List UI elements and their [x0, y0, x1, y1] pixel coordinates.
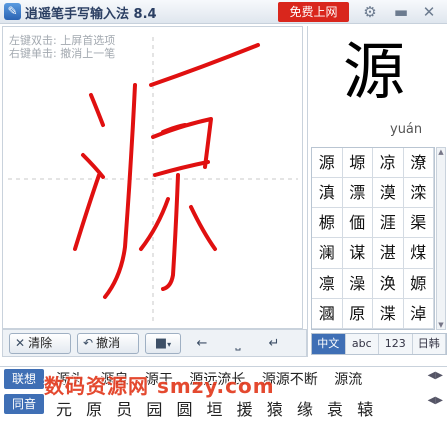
homophone-chars: 元 原 员 园 圆 垣 援 猿 缘 袁 辕	[56, 396, 382, 420]
chevron-down-icon[interactable]: ▼	[436, 320, 446, 330]
pen-app-icon: ✎	[4, 3, 21, 20]
candidate-cell[interactable]: 原	[342, 298, 373, 329]
candidate-cell[interactable]: 潦	[403, 148, 434, 179]
candidate-cell[interactable]: 煤	[403, 238, 434, 269]
mode-tabs: 中文 abc 123 日韩	[311, 333, 447, 355]
candidate-cell[interactable]: 漠	[373, 178, 404, 209]
ink-stroke	[189, 205, 217, 251]
candidate-cell[interactable]: 滦	[403, 178, 434, 209]
camera-icon: ■	[154, 336, 168, 351]
candidate-cell[interactable]: 澡	[342, 268, 373, 299]
watermark: 数码资源网 smzy.com	[44, 374, 275, 398]
handwriting-area[interactable]: 左键双击: 上屏首选项 右键单击: 撤消上一笔	[2, 26, 303, 329]
candidate-cell[interactable]: 涣	[373, 268, 404, 299]
candidate-cell[interactable]: 偭	[342, 208, 373, 239]
ink-strokes	[73, 43, 260, 299]
tab-chinese[interactable]: 中文	[312, 334, 346, 354]
clear-button[interactable]: ✕ 清除	[9, 333, 71, 354]
app-title: 逍遥笔手写输入法 8.4	[25, 7, 157, 22]
candidate-cell[interactable]: 榞	[312, 208, 343, 239]
free-online-button[interactable]: 免费上网	[278, 2, 349, 22]
candidate-cell[interactable]: 渠	[403, 208, 434, 239]
tab-japanese-korean[interactable]: 日韩	[412, 334, 446, 354]
association-word[interactable]: 源流	[334, 372, 362, 388]
chevron-up-icon[interactable]: ▲	[436, 147, 446, 157]
candidate-cell[interactable]: 嫄	[403, 268, 434, 299]
backspace-key[interactable]: ←	[189, 333, 215, 354]
tab-123[interactable]: 123	[379, 334, 413, 354]
homophone-char[interactable]: 袁	[327, 400, 343, 419]
association-page-arrows[interactable]: ◀▶	[428, 370, 443, 381]
candidate-scrollbar[interactable]	[436, 147, 446, 330]
undo-icon: ↶	[83, 336, 94, 350]
association-label: 联想	[4, 369, 44, 389]
homophone-char[interactable]: 猿	[267, 400, 283, 419]
homophone-char[interactable]: 圆	[176, 400, 192, 419]
close-icon: ✕	[15, 336, 26, 350]
candidate-cell[interactable]: 渫	[373, 298, 404, 329]
homophone-char[interactable]: 元	[56, 400, 72, 419]
preview-pinyin: yuán	[390, 122, 423, 137]
homophone-page-arrows[interactable]: ◀▶	[428, 395, 443, 406]
candidate-cell[interactable]: 凉	[373, 148, 404, 179]
candidate-cell[interactable]: 滇	[312, 178, 343, 209]
tab-abc[interactable]: abc	[345, 334, 379, 354]
ink-stroke	[151, 117, 213, 169]
handwriting-canvas[interactable]	[3, 27, 302, 328]
enter-key[interactable]: ↵	[259, 333, 289, 354]
camera-button[interactable]: ■▾	[145, 333, 181, 354]
homophone-label: 同音	[4, 394, 44, 414]
candidate-cell[interactable]: 淖	[403, 298, 434, 329]
homophone-char[interactable]: 原	[86, 400, 102, 419]
close-icon[interactable]: ✕	[420, 3, 438, 21]
homophone-char[interactable]: 辕	[357, 400, 373, 419]
ink-stroke	[73, 173, 101, 251]
ink-stroke	[161, 173, 180, 291]
candidate-cell[interactable]: 澜	[312, 238, 343, 269]
candidate-cell[interactable]: 湛	[373, 238, 404, 269]
write-toolbar: ✕ 清除 ↶ 撤消 ■▾ ← ⎵ ↵	[2, 329, 307, 357]
homophone-char[interactable]: 缘	[297, 400, 313, 419]
preview-character: 源	[342, 35, 405, 108]
homophone-char[interactable]: 员	[116, 400, 132, 419]
ink-stroke	[153, 160, 210, 177]
candidate-cell[interactable]: 谋	[342, 238, 373, 269]
homophone-char[interactable]: 园	[146, 400, 162, 419]
ink-stroke	[149, 43, 260, 87]
minimize-icon[interactable]: ▬	[392, 3, 410, 21]
homophone-char[interactable]: 垣	[207, 400, 223, 419]
ink-stroke	[103, 83, 137, 299]
candidate-cell[interactable]: 源	[312, 148, 343, 179]
candidate-cell[interactable]: 漍	[312, 298, 343, 329]
undo-button[interactable]: ↶ 撤消	[77, 333, 139, 354]
candidate-cell[interactable]: 塬	[342, 148, 373, 179]
candidate-cell[interactable]: 凛	[312, 268, 343, 299]
gear-icon[interactable]: ⚙	[361, 3, 379, 21]
candidate-cell[interactable]: 漂	[342, 178, 373, 209]
title-bar: ✎ 逍遥笔手写输入法 8.4 免费上网 ⚙ ▬ ✕	[0, 0, 447, 24]
candidate-grid: 源 塬 凉 潦 滇 漂 漠 滦 榞 偭 涯 渠 澜 谋 湛 煤 凛 澡 涣 嫄 …	[311, 147, 435, 330]
ink-stroke	[89, 93, 105, 127]
candidate-cell[interactable]: 涯	[373, 208, 404, 239]
ink-stroke	[139, 197, 170, 251]
space-key[interactable]: ⎵	[223, 333, 253, 354]
chevron-down-icon: ▾	[167, 340, 172, 349]
homophone-char[interactable]: 援	[237, 400, 253, 419]
